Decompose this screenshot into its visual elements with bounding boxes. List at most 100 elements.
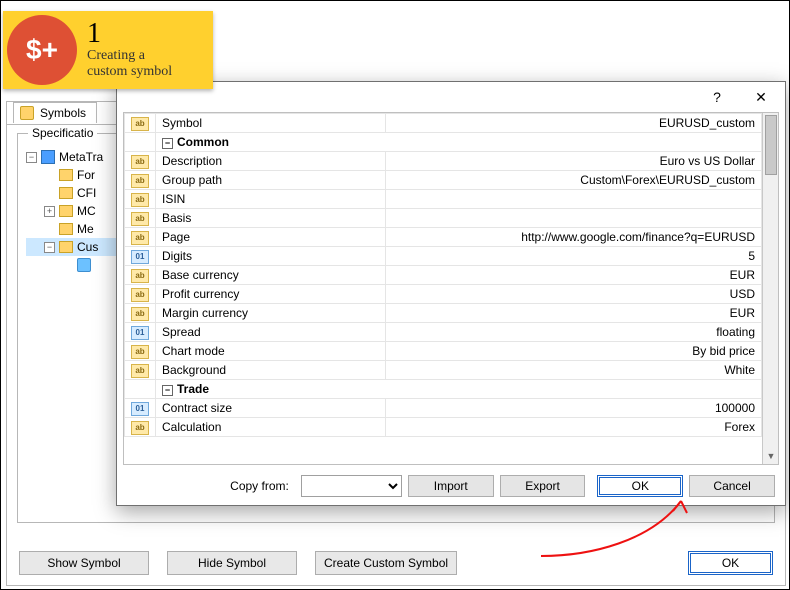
export-button[interactable]: Export xyxy=(500,475,586,497)
text-prop-icon: ab xyxy=(131,345,149,359)
section-trade: −Trade xyxy=(125,380,762,399)
prop-name: Description xyxy=(156,152,386,171)
row-base-currency: ab Base currency EUR xyxy=(125,266,762,285)
prop-name: Calculation xyxy=(156,418,386,437)
copy-from-select[interactable] xyxy=(301,475,402,497)
row-group-path: ab Group path Custom\Forex\EURUSD_custom xyxy=(125,171,762,190)
number-prop-icon: 01 xyxy=(131,250,149,264)
prop-value[interactable]: 100000 xyxy=(386,399,762,418)
prop-name: Base currency xyxy=(156,266,386,285)
tab-symbols[interactable]: Symbols xyxy=(13,102,97,123)
help-button[interactable]: ? xyxy=(695,83,739,111)
expander-icon[interactable]: − xyxy=(44,242,55,253)
badge-line2: custom symbol xyxy=(87,64,172,80)
text-prop-icon: ab xyxy=(131,421,149,435)
expander-icon xyxy=(62,260,73,271)
tree-label: Cus xyxy=(77,240,98,254)
symbol-properties-dialog: ? ✕ ab Symbol EURUSD_custom −Common ab D… xyxy=(116,81,786,506)
tab-label: Symbols xyxy=(40,106,86,120)
tree-label: MC xyxy=(77,204,96,218)
scroll-down-icon[interactable]: ▼ xyxy=(763,448,779,464)
prop-value[interactable]: Euro vs US Dollar xyxy=(386,152,762,171)
prop-name: Background xyxy=(156,361,386,380)
section-label: Common xyxy=(177,135,229,149)
expander-icon xyxy=(44,224,55,235)
prop-name: Margin currency xyxy=(156,304,386,323)
ok-button[interactable]: OK xyxy=(597,475,683,497)
prop-name: Chart mode xyxy=(156,342,386,361)
prop-value[interactable]: Custom\Forex\EURUSD_custom xyxy=(386,171,762,190)
import-button[interactable]: Import xyxy=(408,475,494,497)
row-chart-mode: ab Chart mode By bid price xyxy=(125,342,762,361)
scroll-thumb[interactable] xyxy=(765,115,777,175)
badge-number: 1 xyxy=(87,20,172,48)
prop-value[interactable] xyxy=(386,190,762,209)
section-label: Trade xyxy=(177,382,209,396)
tree-label: Me xyxy=(77,222,94,236)
text-prop-icon: ab xyxy=(131,307,149,321)
step-badge: $+ 1 Creating a custom symbol xyxy=(3,11,213,89)
row-calculation: ab Calculation Forex xyxy=(125,418,762,437)
text-prop-icon: ab xyxy=(131,212,149,226)
badge-circle-icon: $+ xyxy=(7,15,77,85)
prop-value[interactable]: EUR xyxy=(386,304,762,323)
folder-icon xyxy=(59,187,73,199)
row-description: ab Description Euro vs US Dollar xyxy=(125,152,762,171)
prop-value[interactable]: USD xyxy=(386,285,762,304)
collapse-icon[interactable]: − xyxy=(162,138,173,149)
text-prop-icon: ab xyxy=(131,174,149,188)
prop-name: Page xyxy=(156,228,386,247)
tree-label: MetaTra xyxy=(59,150,103,164)
server-icon xyxy=(41,150,55,164)
prop-value[interactable]: By bid price xyxy=(386,342,762,361)
folder-icon xyxy=(59,205,73,217)
collapse-icon[interactable]: − xyxy=(162,385,173,396)
scrollbar[interactable]: ▲ ▼ xyxy=(762,113,778,464)
prop-value[interactable]: White xyxy=(386,361,762,380)
show-symbol-button[interactable]: Show Symbol xyxy=(19,551,149,575)
text-prop-icon: ab xyxy=(131,364,149,378)
properties-grid[interactable]: ab Symbol EURUSD_custom −Common ab Descr… xyxy=(124,113,762,437)
text-prop-icon: ab xyxy=(131,288,149,302)
row-symbol: ab Symbol EURUSD_custom xyxy=(125,114,762,133)
row-basis: ab Basis xyxy=(125,209,762,228)
cancel-button[interactable]: Cancel xyxy=(689,475,775,497)
row-profit-currency: ab Profit currency USD xyxy=(125,285,762,304)
prop-name: Symbol xyxy=(156,114,386,133)
dialog-button-bar: Copy from: Import Export OK Cancel xyxy=(117,471,785,505)
number-prop-icon: 01 xyxy=(131,326,149,340)
properties-grid-wrap: ab Symbol EURUSD_custom −Common ab Descr… xyxy=(123,112,779,465)
expander-icon xyxy=(44,188,55,199)
copy-from-label: Copy from: xyxy=(127,479,295,493)
prop-name: ISIN xyxy=(156,190,386,209)
prop-value[interactable]: 5 xyxy=(386,247,762,266)
number-prop-icon: 01 xyxy=(131,402,149,416)
folder-icon xyxy=(59,223,73,235)
prop-value[interactable]: http://www.google.com/finance?q=EURUSD xyxy=(386,228,762,247)
prop-name: Profit currency xyxy=(156,285,386,304)
badge-line1: Creating a xyxy=(87,48,172,64)
prop-value[interactable]: floating xyxy=(386,323,762,342)
row-margin-currency: ab Margin currency EUR xyxy=(125,304,762,323)
tree-label: CFI xyxy=(77,186,96,200)
text-prop-icon: ab xyxy=(131,231,149,245)
expander-icon[interactable]: + xyxy=(44,206,55,217)
close-button[interactable]: ✕ xyxy=(739,83,783,111)
tree-label: For xyxy=(77,168,95,182)
prop-name: Basis xyxy=(156,209,386,228)
prop-value[interactable]: Forex xyxy=(386,418,762,437)
row-digits: 01 Digits 5 xyxy=(125,247,762,266)
row-contract-size: 01 Contract size 100000 xyxy=(125,399,762,418)
symbols-ok-button[interactable]: OK xyxy=(688,551,773,575)
row-spread: 01 Spread floating xyxy=(125,323,762,342)
prop-value[interactable]: EURUSD_custom xyxy=(386,114,762,133)
prop-value[interactable] xyxy=(386,209,762,228)
prop-value[interactable]: EUR xyxy=(386,266,762,285)
expander-icon[interactable]: − xyxy=(26,152,37,163)
gear-icon xyxy=(77,258,91,272)
create-custom-symbol-button[interactable]: Create Custom Symbol xyxy=(315,551,457,575)
text-prop-icon: ab xyxy=(131,193,149,207)
row-isin: ab ISIN xyxy=(125,190,762,209)
hide-symbol-button[interactable]: Hide Symbol xyxy=(167,551,297,575)
symbols-button-bar: Show Symbol Hide Symbol Create Custom Sy… xyxy=(7,551,785,575)
